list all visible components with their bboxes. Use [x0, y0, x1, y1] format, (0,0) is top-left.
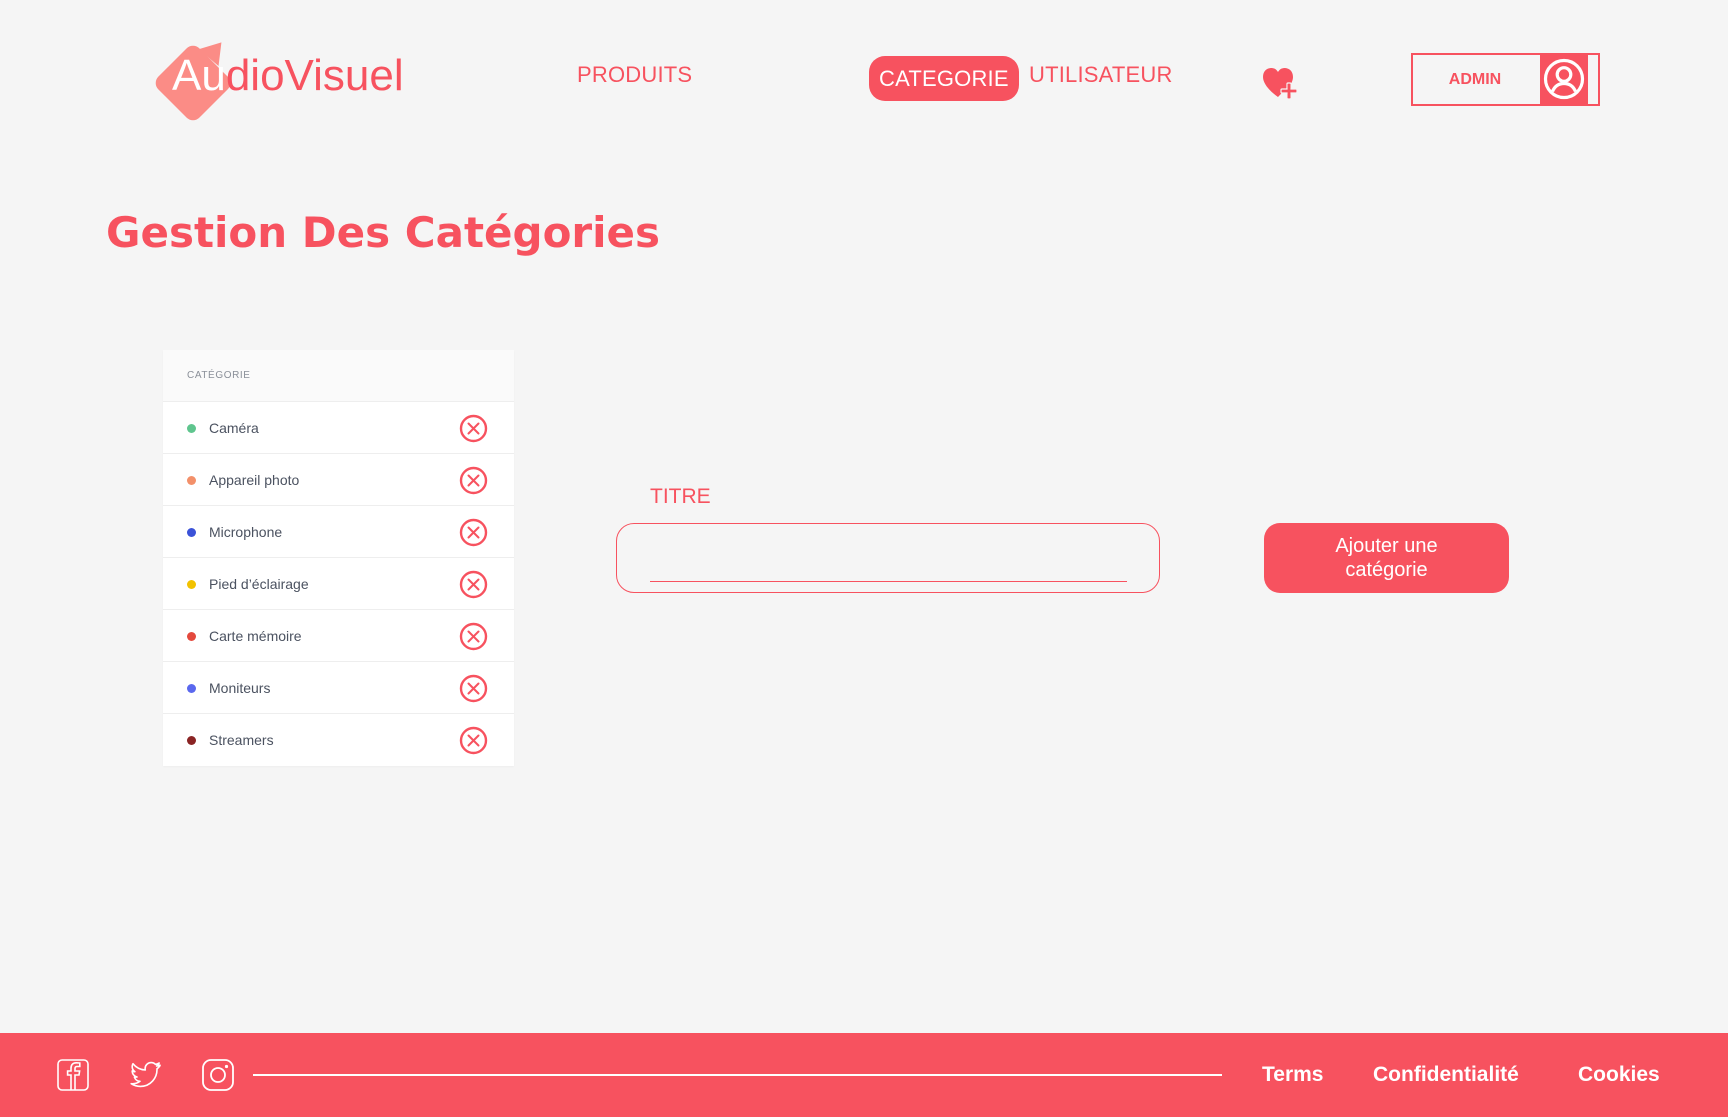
close-circle-icon[interactable]	[459, 622, 488, 651]
status-dot	[187, 736, 196, 745]
logo-text: AudioVisuel	[172, 54, 404, 98]
table-row: Moniteurs	[163, 662, 514, 714]
table-row: Caméra	[163, 402, 514, 454]
table-row: Pied d’éclairage	[163, 558, 514, 610]
titre-field-box	[616, 523, 1160, 593]
close-circle-icon[interactable]	[459, 674, 488, 703]
logo-text-rest: dioVisuel	[225, 51, 404, 100]
table-row: Streamers	[163, 714, 514, 766]
close-circle-icon[interactable]	[459, 726, 488, 755]
user-avatar-icon	[1543, 58, 1585, 100]
category-label: Streamers	[209, 732, 274, 748]
nav-categorie[interactable]: CATEGORIE	[869, 56, 1019, 101]
footer: Terms Confidentialité Cookies	[0, 1033, 1728, 1117]
category-table-header: CATÉGORIE	[163, 350, 514, 402]
category-table: CATÉGORIE Caméra Appareil photo Micropho…	[163, 350, 514, 766]
status-dot	[187, 424, 196, 433]
add-category-button[interactable]: Ajouter une catégorie	[1264, 523, 1509, 593]
instagram-icon[interactable]	[200, 1057, 236, 1093]
facebook-icon[interactable]	[55, 1057, 91, 1093]
status-dot	[187, 684, 196, 693]
status-dot	[187, 476, 196, 485]
heart-plus-icon[interactable]	[1261, 66, 1301, 100]
close-circle-icon[interactable]	[459, 570, 488, 599]
status-dot	[187, 528, 196, 537]
close-circle-icon[interactable]	[459, 466, 488, 495]
logo-text-first: Au	[172, 51, 226, 100]
category-label: Moniteurs	[209, 680, 271, 696]
footer-link-confidentialite[interactable]: Confidentialité	[1373, 1063, 1519, 1087]
nav-produits[interactable]: PRODUITS	[577, 62, 692, 88]
user-menu[interactable]: ADMIN	[1411, 53, 1600, 106]
footer-divider	[253, 1074, 1222, 1076]
user-role-label: ADMIN	[1448, 71, 1502, 88]
category-label: Caméra	[209, 420, 259, 436]
close-circle-icon[interactable]	[459, 414, 488, 443]
titre-input[interactable]	[650, 538, 1127, 582]
close-circle-icon[interactable]	[459, 518, 488, 547]
page-title: Gestion Des Catégories	[106, 208, 661, 257]
brand-logo[interactable]: AudioVisuel	[150, 33, 404, 125]
table-row: Appareil photo	[163, 454, 514, 506]
category-label: Microphone	[209, 524, 283, 540]
nav-utilisateur[interactable]: UTILISATEUR	[1029, 62, 1173, 88]
avatar[interactable]	[1540, 55, 1588, 104]
footer-link-cookies[interactable]: Cookies	[1578, 1063, 1660, 1087]
status-dot	[187, 580, 196, 589]
titre-label: TITRE	[650, 485, 711, 508]
category-label: Appareil photo	[209, 472, 300, 488]
twitter-icon[interactable]	[127, 1057, 163, 1093]
status-dot	[187, 632, 196, 641]
category-label: Carte mémoire	[209, 628, 302, 644]
table-row: Carte mémoire	[163, 610, 514, 662]
category-label: Pied d’éclairage	[209, 576, 309, 592]
footer-link-terms[interactable]: Terms	[1262, 1063, 1323, 1087]
table-row: Microphone	[163, 506, 514, 558]
